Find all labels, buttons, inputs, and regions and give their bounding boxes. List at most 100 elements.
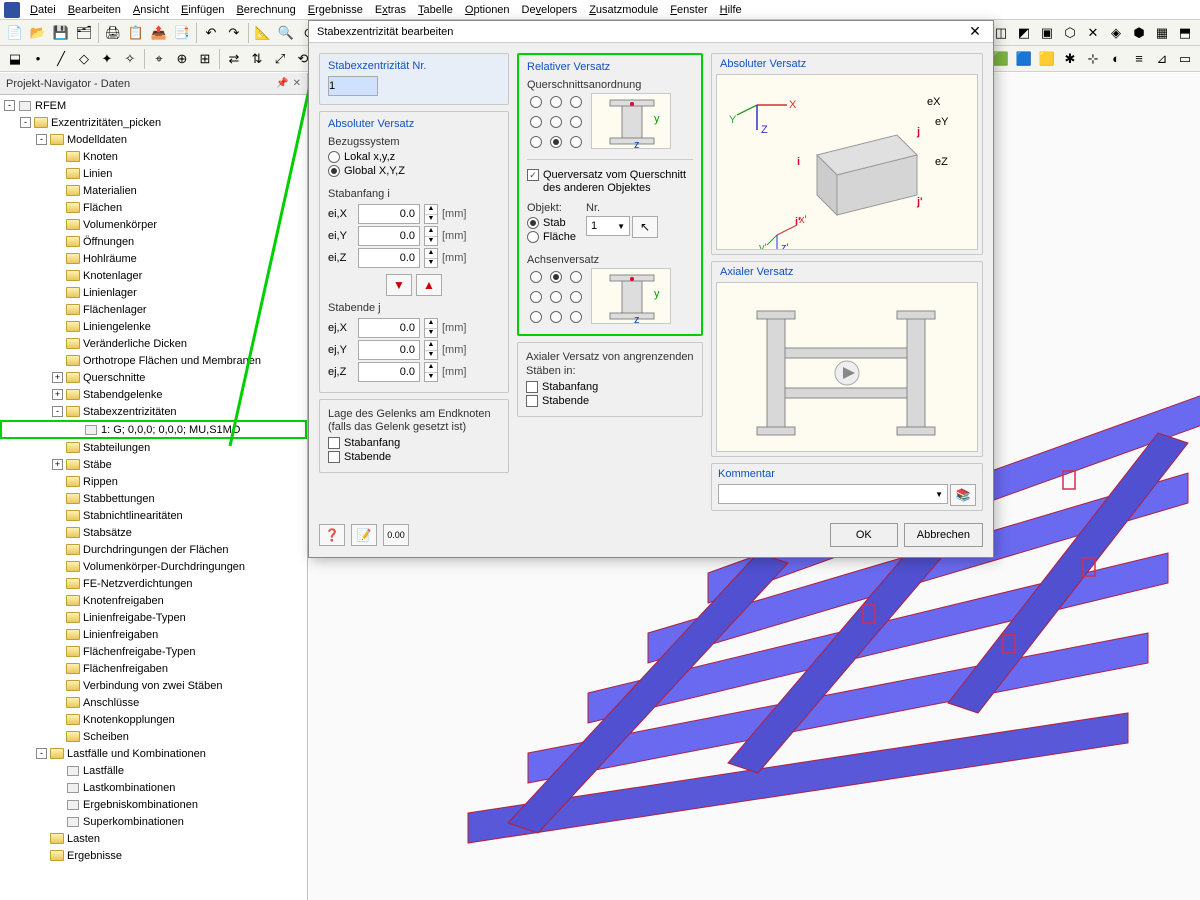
tree-item[interactable]: Flächen [0,199,307,216]
undo-icon[interactable]: ↶ [200,22,222,44]
close-icon[interactable]: ✕ [293,78,301,89]
tree-item[interactable]: -Stabexzentrizitäten [0,403,307,420]
tree-item[interactable]: 1: G; 0,0,0; 0,0,0; MU,S1MO [0,420,307,439]
tree-item[interactable]: Durchdringungen der Flächen [0,541,307,558]
dialog-titlebar[interactable]: Stabexzentrizität bearbeiten ✕ [309,21,993,43]
saveall-icon[interactable]: 🗂 [73,22,95,44]
tree-item[interactable]: Stabbettungen [0,490,307,507]
rt2-9[interactable]: ▭ [1174,48,1196,70]
new-icon[interactable]: 📄 [4,22,26,44]
save-icon[interactable]: 💾 [50,22,72,44]
cancel-button[interactable]: Abbrechen [904,523,983,547]
menu-fenster[interactable]: Fenster [664,2,713,18]
tree-item[interactable]: Knoten [0,148,307,165]
tree-item[interactable]: +Stäbe [0,456,307,473]
tree-item[interactable]: Rippen [0,473,307,490]
dialog-close-icon[interactable]: ✕ [965,23,985,40]
tree-item[interactable]: +Stabendgelenke [0,386,307,403]
export-icon[interactable]: 📤 [148,22,170,44]
redo-icon[interactable]: ↷ [223,22,245,44]
menu-bearbeiten[interactable]: Bearbeiten [62,2,127,18]
tree-twisty-icon[interactable]: - [36,134,47,145]
rt2-3[interactable]: 🟨 [1036,48,1058,70]
menu-extras[interactable]: Extras [369,2,412,18]
rt-icon-2[interactable]: ◩ [1013,22,1035,44]
tb2-4[interactable]: ◇ [73,48,95,70]
rt-icon-5[interactable]: ✕ [1082,22,1104,44]
tree-item[interactable]: Flächenfreigabe-Typen [0,643,307,660]
tree-item[interactable]: Anschlüsse [0,694,307,711]
tree-item[interactable]: Hohlräume [0,250,307,267]
rt2-7[interactable]: ≡ [1128,48,1150,70]
tb2-3[interactable]: ╱ [50,48,72,70]
tree-item[interactable]: Volumenkörper-Durchdringungen [0,558,307,575]
help-icon[interactable]: ❓ [319,524,345,546]
tree-item[interactable]: Ergebniskombinationen [0,796,307,813]
details-icon[interactable]: 📝 [351,524,377,546]
check-axial-i[interactable]: Stabanfang [526,380,694,394]
radio-flaeche[interactable]: Fläche [527,230,576,244]
tree-item[interactable]: Superkombinationen [0,813,307,830]
rt2-4[interactable]: ✱ [1059,48,1081,70]
eiy-spinner[interactable]: ▲▼ [424,226,438,246]
eiz-spinner[interactable]: ▲▼ [424,248,438,268]
ejz-input[interactable] [358,362,420,382]
tb2-11[interactable]: ⇅ [246,48,268,70]
tb2-8[interactable]: ⊕ [171,48,193,70]
tb2-6[interactable]: ✧ [119,48,141,70]
open-icon[interactable]: 📂 [27,22,49,44]
copy-down-icon[interactable]: ▼ [386,274,412,296]
check-transverse[interactable]: Querversatz vom Querschnitt des anderen … [527,168,693,196]
tree-item[interactable]: Linien [0,165,307,182]
tree-item[interactable]: Flächenfreigaben [0,660,307,677]
tree-item[interactable]: -RFEM [0,97,307,114]
tree-item[interactable]: Verbindung von zwei Stäben [0,677,307,694]
menu-berechnung[interactable]: Berechnung [230,2,301,18]
menu-tabelle[interactable]: Tabelle [412,2,459,18]
radio-local[interactable]: Lokal x,y,z [328,150,500,164]
menu-optionen[interactable]: Optionen [459,2,516,18]
object-nr-dropdown[interactable]: 1▼ [586,216,630,236]
tree-twisty-icon[interactable]: - [52,406,63,417]
radio-stab[interactable]: Stab [527,216,576,230]
tree-item[interactable]: Linienfreigabe-Typen [0,609,307,626]
menu-hilfe[interactable]: Hilfe [714,2,748,18]
menu-zusatz[interactable]: Zusatzmodule [583,2,664,18]
nav-tree[interactable]: -RFEM-Exzentrizitäten_picken-Modelldaten… [0,95,307,900]
ok-button[interactable]: OK [830,523,898,547]
rt2-5[interactable]: ⊹ [1082,48,1104,70]
pick-object-icon[interactable]: ↖ [632,216,658,238]
tree-twisty-icon[interactable]: + [52,389,63,400]
menu-ansicht[interactable]: Ansicht [127,2,175,18]
tree-item[interactable]: Knotenkopplungen [0,711,307,728]
rt2-6[interactable]: ◐ [1105,48,1127,70]
ejy-spinner[interactable]: ▲▼ [424,340,438,360]
zoom-icon[interactable]: 🔍 [275,22,297,44]
tree-item[interactable]: Veränderliche Dicken [0,335,307,352]
axis-offset-grid[interactable] [527,268,585,326]
menu-developers[interactable]: Developers [516,2,584,18]
eix-input[interactable] [358,204,420,224]
nr-input[interactable] [328,76,378,96]
radio-global[interactable]: Global X,Y,Z [328,164,500,178]
ejx-spinner[interactable]: ▲▼ [424,318,438,338]
comment-lib-icon[interactable]: 📚 [950,484,976,506]
rt-icon-6[interactable]: ◈ [1105,22,1127,44]
tb2-1[interactable]: ⬓ [4,48,26,70]
rt2-8[interactable]: ⊿ [1151,48,1173,70]
tb2-5[interactable]: ✦ [96,48,118,70]
tree-item[interactable]: -Modelldaten [0,131,307,148]
eiy-input[interactable] [358,226,420,246]
tree-twisty-icon[interactable]: - [20,117,31,128]
menu-datei[interactable]: Datei [24,2,62,18]
rt2-2[interactable]: 🟦 [1013,48,1035,70]
cross-arr-grid[interactable] [527,93,585,151]
check-hinge-i[interactable]: Stabanfang [328,436,500,450]
menu-einfuegen[interactable]: Einfügen [175,2,230,18]
tree-item[interactable]: Lasten [0,830,307,847]
report-icon[interactable]: 📋 [125,22,147,44]
rt-icon-4[interactable]: ⬡ [1059,22,1081,44]
tree-item[interactable]: Liniengelenke [0,318,307,335]
preview-icon[interactable]: 📑 [171,22,193,44]
comment-dropdown[interactable]: ▼ [718,484,948,504]
